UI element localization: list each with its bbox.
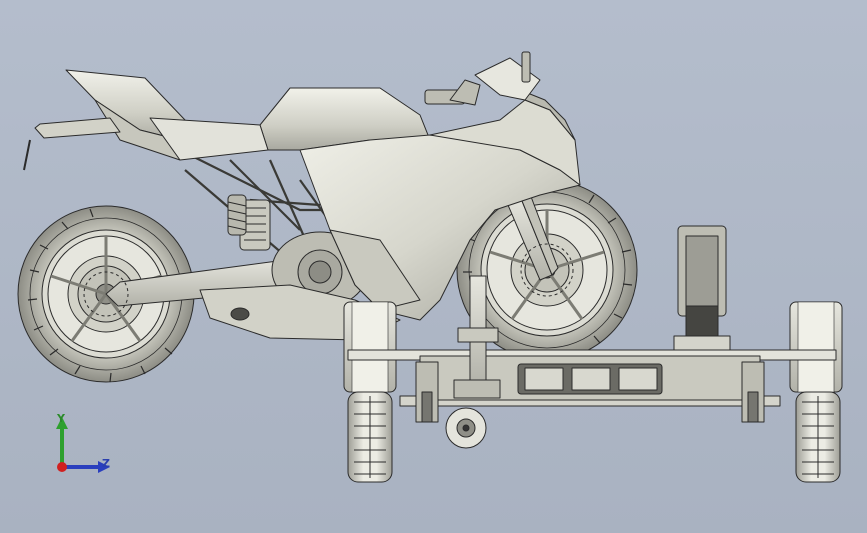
right-trailer-tire (795, 391, 841, 483)
left-fender (343, 301, 397, 393)
cad-model-view[interactable] (0, 0, 867, 533)
cad-graphics-viewport[interactable]: Y Z (0, 0, 867, 533)
y-axis-label: Y (57, 412, 65, 425)
motorcycle[interactable] (17, 51, 638, 383)
x-axis-dot (57, 462, 67, 472)
right-suspension (741, 361, 765, 423)
left-trailer-tire (347, 391, 393, 483)
left-suspension (415, 361, 439, 423)
z-axis-label: Z (102, 457, 110, 470)
trailer-light-bar (517, 363, 663, 395)
rear-shock (227, 194, 247, 236)
coordinate-axes-icon: Y Z (40, 405, 130, 495)
right-fender (789, 301, 843, 393)
wheel-chock (673, 225, 731, 351)
triad-graphic (56, 417, 110, 473)
